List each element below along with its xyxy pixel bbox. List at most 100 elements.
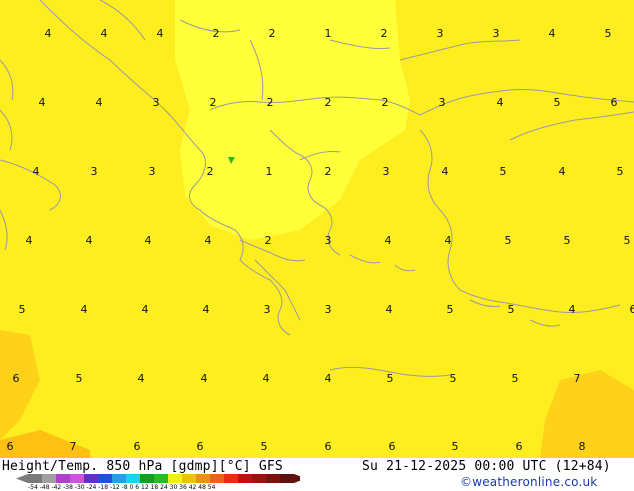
color-scale-cell — [210, 474, 224, 483]
temperature-value: 2 — [325, 165, 332, 178]
temperature-value: 3 — [325, 303, 332, 316]
temperature-value: 6 — [516, 440, 523, 453]
credit-link[interactable]: ©weatheronline.co.uk — [460, 475, 597, 489]
color-scale-cell — [252, 474, 266, 483]
temperature-value: 4 — [385, 234, 392, 247]
color-scale-cell — [182, 474, 196, 483]
temperature-value: 3 — [439, 96, 446, 109]
temperature-value: 3 — [153, 96, 160, 109]
temperature-value: 6 — [197, 440, 204, 453]
temperature-value: 4 — [33, 165, 40, 178]
temperature-value: 3 — [325, 234, 332, 247]
temperature-value: 4 — [325, 372, 332, 385]
temperature-value: 5 — [452, 440, 459, 453]
temperature-value: 4 — [386, 303, 393, 316]
color-scale-cell — [84, 474, 98, 483]
color-scale-cell — [238, 474, 252, 483]
temperature-value: 3 — [383, 165, 390, 178]
temperature-value: 4 — [445, 234, 452, 247]
temperature-value: 4 — [442, 165, 449, 178]
temperature-value: 5 — [505, 234, 512, 247]
temperature-value: 4 — [559, 165, 566, 178]
temperature-value: 4 — [157, 27, 164, 40]
temperature-value: 2 — [267, 96, 274, 109]
temperature-value: 3 — [149, 165, 156, 178]
temperature-value: 4 — [203, 303, 210, 316]
temperature-value: 5 — [450, 372, 457, 385]
temperature-value: 3 — [493, 27, 500, 40]
temperature-value: 4 — [26, 234, 33, 247]
temperature-value: 2 — [213, 27, 220, 40]
temperature-value: 5 — [508, 303, 515, 316]
temperature-value: 7 — [70, 440, 77, 453]
temperature-value: 6 — [134, 440, 141, 453]
temperature-value: 4 — [497, 96, 504, 109]
temperature-value: 2 — [265, 234, 272, 247]
color-scale-cell — [112, 474, 126, 483]
temperature-value: 7 — [574, 372, 581, 385]
temperature-value: 6 — [325, 440, 332, 453]
color-scale-cell — [168, 474, 182, 483]
temperature-value: 6 — [611, 96, 618, 109]
temperature-value: 2 — [325, 96, 332, 109]
temperature-value: 4 — [145, 234, 152, 247]
temperature-value: 5 — [76, 372, 83, 385]
temperature-value: 8 — [579, 440, 586, 453]
temperature-value: 3 — [264, 303, 271, 316]
color-scale-cell — [126, 474, 140, 483]
temperature-value: 2 — [381, 27, 388, 40]
temperature-value: 4 — [39, 96, 46, 109]
temperature-value: 6 — [7, 440, 14, 453]
color-scale-cell — [56, 474, 70, 483]
temperature-value: 2 — [382, 96, 389, 109]
color-scale-cell — [280, 474, 294, 483]
temperature-value: 5 — [617, 165, 624, 178]
temperature-value: 1 — [325, 27, 332, 40]
weather-map: 4 4 4 2 2 1 2 3 3 4 5 4 4 3 2 2 2 2 3 4 5 6 4 3 3 2 1 2 3 4 5 4 5 4 4 4 4 2 3 4… — [0, 0, 634, 458]
temperature-value: 5 — [605, 27, 612, 40]
temperature-value: 1 — [266, 165, 273, 178]
temperature-value: 2 — [269, 27, 276, 40]
map-footer: Height/Temp. 850 hPa [gdmp][°C] GFS Su 2… — [0, 458, 634, 490]
temperature-value: 6 — [389, 440, 396, 453]
temperature-value: 5 — [387, 372, 394, 385]
temperature-value: 4 — [205, 234, 212, 247]
map-canvas: 4 4 4 2 2 1 2 3 3 4 5 4 4 3 2 2 2 2 3 4 5 6 4 3 3 2 1 2 3 4 5 4 5 4 4 4 4 2 3 4… — [0, 0, 634, 458]
color-scale-cell — [98, 474, 112, 483]
temperature-value: 4 — [142, 303, 149, 316]
temperature-value: 5 — [261, 440, 268, 453]
temperature-value: 5 — [512, 372, 519, 385]
temperature-value: 4 — [569, 303, 576, 316]
temperature-value: 4 — [45, 27, 52, 40]
temperature-value: 2 — [210, 96, 217, 109]
scale-right-arrow — [294, 474, 300, 483]
temperature-value: 3 — [437, 27, 444, 40]
color-scale-cell — [70, 474, 84, 483]
temperature-value: 5 — [447, 303, 454, 316]
scale-left-arrow — [16, 474, 28, 483]
color-scale-cell — [140, 474, 154, 483]
valid-datetime: Su 21-12-2025 00:00 UTC (12+84) — [362, 459, 611, 474]
temperature-value: 4 — [81, 303, 88, 316]
color-scale-cell — [196, 474, 210, 483]
temperature-value: 4 — [201, 372, 208, 385]
temperature-value: 4 — [96, 96, 103, 109]
temperature-value: 4 — [263, 372, 270, 385]
temperature-value: 5 — [500, 165, 507, 178]
temperature-value: 4 — [138, 372, 145, 385]
temperature-value: 6 — [13, 372, 20, 385]
temperature-value: 4 — [101, 27, 108, 40]
color-scale-cell — [266, 474, 280, 483]
temperature-value: 4 — [549, 27, 556, 40]
color-scale-cell — [28, 474, 42, 483]
temperature-value: 4 — [86, 234, 93, 247]
color-scale-cell — [42, 474, 56, 483]
temperature-value: 6 — [630, 303, 634, 316]
temperature-value: 5 — [19, 303, 26, 316]
temperature-value: 5 — [624, 234, 631, 247]
temperature-value: 5 — [554, 96, 561, 109]
temperature-value: 2 — [207, 165, 214, 178]
color-scale-cell — [154, 474, 168, 483]
temperature-value: 5 — [564, 234, 571, 247]
color-scale-cell — [224, 474, 238, 483]
